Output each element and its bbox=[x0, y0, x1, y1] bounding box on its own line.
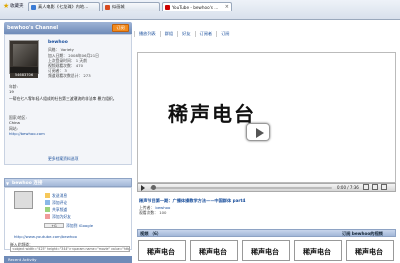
mail-icon bbox=[45, 193, 50, 198]
channel-video-count: 54683706 bbox=[10, 73, 38, 78]
nav-friends[interactable]: 好友 bbox=[178, 31, 196, 37]
video-view-count: 观看次数： 100 bbox=[139, 210, 167, 215]
favorites-star-icon[interactable]: ★ bbox=[3, 3, 9, 10]
country-value: China bbox=[9, 120, 20, 125]
browser-chrome: ★ 收藏夹 真人电影《七龙珠》内地… 似画城 YouTube - bewhoo'… bbox=[0, 0, 400, 20]
embed-code-input[interactable]: <object width="425" height="344"><param … bbox=[10, 246, 130, 252]
browser-tab[interactable]: 真人电影《七龙珠》内地… bbox=[28, 2, 100, 11]
channel-username[interactable]: bewhoo bbox=[48, 40, 68, 45]
thumb-label: 稀声电台 bbox=[355, 248, 383, 256]
channel-total-views: 频道观看次数总计： 273 bbox=[48, 73, 91, 78]
video-thumbnail[interactable]: 稀声电台 bbox=[190, 240, 238, 261]
page-favicon-icon bbox=[105, 4, 110, 10]
google-add-button[interactable]: +G bbox=[44, 223, 64, 228]
play-button[interactable] bbox=[246, 123, 270, 141]
fullscreen-icon[interactable] bbox=[381, 184, 387, 190]
share-channel-link[interactable]: 共享频道 bbox=[52, 207, 67, 213]
tab-title: 似画城 bbox=[112, 4, 125, 9]
progress-bar[interactable] bbox=[150, 187, 332, 189]
more-profile-link[interactable]: 更多档案资料选项 bbox=[48, 156, 78, 162]
time-display: 0:00 / 7:36 bbox=[337, 185, 359, 190]
share-icon bbox=[45, 207, 50, 212]
add-comment-link[interactable]: 添加评论 bbox=[52, 200, 67, 206]
recent-activity-label: Recent Activity bbox=[8, 257, 37, 262]
nav-groups[interactable]: 群组 bbox=[161, 31, 179, 37]
send-message-link[interactable]: 发送消息 bbox=[52, 193, 67, 199]
website-link[interactable]: http://bewhoo.com bbox=[9, 131, 45, 136]
browser-tab-active[interactable]: YouTube - bewhoo's … × bbox=[162, 2, 232, 11]
thumb-label: 稀声电台 bbox=[199, 248, 227, 256]
page-favicon-icon bbox=[31, 4, 36, 10]
favorites-label[interactable]: 收藏夹 bbox=[10, 3, 24, 9]
video-thumbnail[interactable]: 稀声电台 bbox=[346, 240, 394, 261]
subscribe-videos-link[interactable]: 订阅 bewhoo的视频 bbox=[342, 231, 383, 237]
channel-nav: 视频 收藏夹 播放列表 群组 好友 订阅者 订阅 bbox=[96, 31, 400, 37]
channel-avatar[interactable] bbox=[9, 40, 39, 74]
add-igoogle-link[interactable]: 添加到 iGoogle bbox=[66, 223, 93, 229]
nav-subscriptions[interactable]: 订阅 bbox=[217, 31, 233, 37]
tab-title: YouTube - bewhoo's … bbox=[172, 4, 219, 10]
volume-icon[interactable] bbox=[363, 184, 369, 190]
channel-about: 一帮在七八零年轻人组成的社台第三波潮流的非法串 暴力组织。 bbox=[9, 96, 117, 101]
close-tab-icon[interactable]: × bbox=[225, 4, 229, 10]
connect-title: bewhoo 连接 bbox=[12, 181, 43, 186]
nav-subscribers[interactable]: 订阅者 bbox=[196, 31, 218, 37]
videos-count-label[interactable]: 视频 （6） bbox=[140, 231, 161, 237]
video-thumbnail[interactable]: 稀声电台 bbox=[242, 240, 290, 261]
browser-tab[interactable]: 似画城 bbox=[102, 2, 160, 11]
video-thumbnail[interactable]: 稀声电台 bbox=[294, 240, 342, 261]
control-play-icon[interactable] bbox=[141, 185, 145, 191]
subscribe-button[interactable]: 订阅 bbox=[112, 24, 129, 32]
progress-knob[interactable] bbox=[151, 185, 156, 190]
recent-activity-header: Recent Activity bbox=[4, 256, 132, 263]
nav-playlists[interactable]: 播放列表 bbox=[135, 31, 161, 37]
channel-url[interactable]: http://www.youtube.com/bewhoo bbox=[14, 234, 77, 239]
youtube-favicon-icon bbox=[165, 4, 170, 10]
collapse-arrow-icon[interactable]: ▼ bbox=[6, 181, 9, 186]
add-friend-link[interactable]: 添加为好友 bbox=[52, 214, 71, 220]
connect-avatar[interactable] bbox=[14, 191, 33, 209]
video-info-title[interactable]: 稀声节目第一期：广播体操教学方法——中国群体 part4 bbox=[139, 198, 245, 204]
screen: ★ 收藏夹 真人电影《七龙珠》内地… 似画城 YouTube - bewhoo'… bbox=[0, 0, 400, 263]
thumb-label: 稀声电台 bbox=[251, 248, 279, 256]
tab-title: 真人电影《七龙珠》内地… bbox=[38, 4, 89, 9]
thumb-label: 稀声电台 bbox=[303, 248, 331, 256]
video-thumbnail[interactable]: 稀声电台 bbox=[138, 240, 186, 261]
quality-icon[interactable] bbox=[372, 184, 378, 190]
comment-icon bbox=[45, 200, 50, 205]
thumb-label: 稀声电台 bbox=[147, 248, 175, 256]
video-title-card: 稀声电台 bbox=[168, 102, 256, 126]
channel-title: bewhoo's Channel bbox=[7, 25, 59, 31]
add-friend-icon bbox=[45, 214, 50, 219]
age-value: 19 bbox=[9, 89, 14, 94]
